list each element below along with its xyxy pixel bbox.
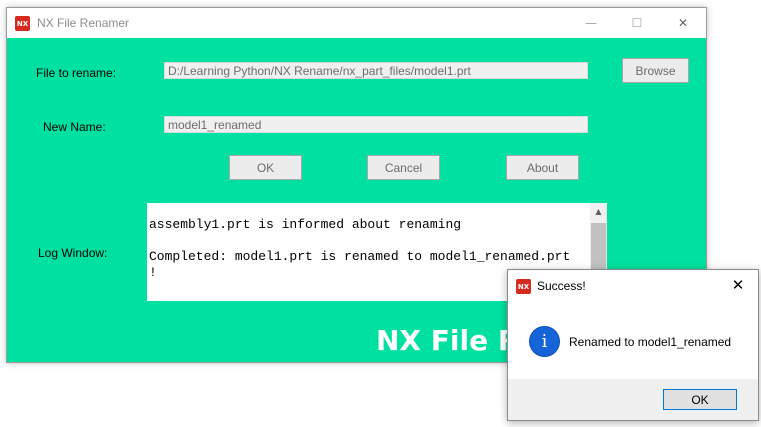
scroll-up-arrow-icon[interactable]: ▲ xyxy=(590,203,607,220)
dialog-close-button[interactable]: ✕ xyxy=(718,270,758,300)
dialog-footer: OK xyxy=(508,379,758,420)
dialog-ok-button[interactable]: OK xyxy=(663,389,737,410)
new-name-field[interactable] xyxy=(164,116,588,133)
maximize-button[interactable]: ☐ xyxy=(614,8,660,38)
success-dialog: NX Success! ✕ i Renamed to model1_rename… xyxy=(507,269,759,421)
file-to-rename-label: File to rename: xyxy=(36,66,117,80)
log-window-label: Log Window: xyxy=(38,246,108,260)
dialog-nx-icon: NX xyxy=(516,279,531,294)
about-button[interactable]: About xyxy=(506,155,579,180)
nx-app-icon: NX xyxy=(15,16,30,31)
ok-button[interactable]: OK xyxy=(229,155,302,180)
dialog-title: Success! xyxy=(537,279,586,293)
file-path-field[interactable] xyxy=(164,62,588,79)
browse-button[interactable]: Browse xyxy=(622,58,689,83)
title-bar[interactable]: NX NX File Renamer — ☐ ✕ xyxy=(7,8,706,38)
new-name-label: New Name: xyxy=(43,120,106,134)
cancel-button[interactable]: Cancel xyxy=(367,155,440,180)
close-button[interactable]: ✕ xyxy=(660,8,706,38)
minimize-button[interactable]: — xyxy=(568,8,614,38)
info-icon: i xyxy=(530,327,559,356)
dialog-message: Renamed to model1_renamed xyxy=(569,335,732,349)
window-title: NX File Renamer xyxy=(37,16,130,30)
